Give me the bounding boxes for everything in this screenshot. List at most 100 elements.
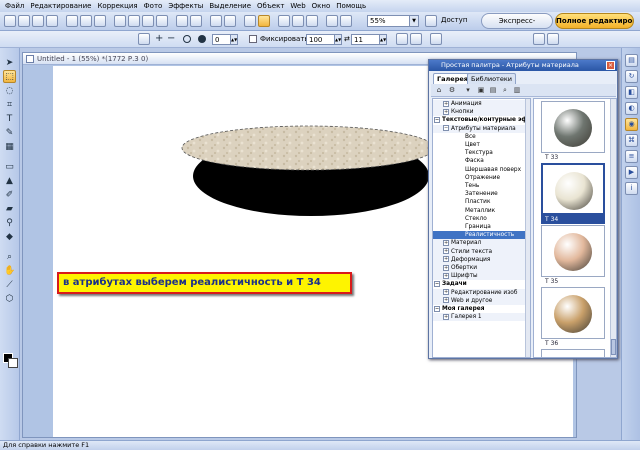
material-thumbnail[interactable]: T 33 xyxy=(541,101,605,162)
tree-item[interactable]: + Деформация xyxy=(433,255,525,264)
dock-info-icon[interactable]: i xyxy=(625,182,638,195)
tree-item[interactable]: Все xyxy=(433,133,525,141)
pointer-tool-icon[interactable]: ➤ xyxy=(3,56,16,69)
cut-icon[interactable] xyxy=(66,15,78,27)
dock-objects-icon[interactable]: ◧ xyxy=(625,86,638,99)
save-icon[interactable]: ▤ xyxy=(488,85,498,95)
tree-item[interactable]: + Стили текста xyxy=(433,247,525,256)
text-tool-icon[interactable]: T xyxy=(3,112,16,125)
tree-item[interactable]: Граница xyxy=(433,223,525,231)
tree-item[interactable]: + Материал xyxy=(433,239,525,248)
tree-item[interactable]: Затенение xyxy=(433,190,525,198)
grid-icon[interactable] xyxy=(292,15,304,27)
brush-tool-icon[interactable]: ✐ xyxy=(3,188,16,201)
close-icon[interactable]: × xyxy=(606,61,615,70)
print-icon[interactable] xyxy=(46,15,58,27)
tree-item[interactable]: + Web и другое xyxy=(433,296,525,305)
add-mode-icon[interactable]: + xyxy=(155,33,163,45)
delete-icon[interactable]: ▥ xyxy=(512,85,522,95)
expand-icon[interactable]: + xyxy=(443,239,449,246)
eraser-tool-icon[interactable]: ▰ xyxy=(3,202,16,215)
paste-icon[interactable] xyxy=(94,15,106,27)
tree-item[interactable]: − Моя галерея xyxy=(433,305,525,313)
tab-libraries[interactable]: Библиотеки xyxy=(467,73,516,84)
preview-icon[interactable] xyxy=(244,15,256,27)
express-correction-button[interactable]: Экспресс-коррекция xyxy=(481,13,553,39)
browser-icon[interactable] xyxy=(258,15,270,27)
width-field[interactable]: 100 ▲▼ xyxy=(306,34,342,45)
tree-item[interactable]: + Кнопки xyxy=(433,108,525,117)
dock-history-icon[interactable]: ↻ xyxy=(625,70,638,83)
shape-tool-icon[interactable]: ▭ xyxy=(3,160,16,173)
dock-script-icon[interactable]: ≡ xyxy=(625,150,638,163)
full-editing-button[interactable]: Полное редактиров... xyxy=(555,13,634,29)
zoom-tool-icon[interactable]: ⌕ xyxy=(3,250,16,263)
menu-item[interactable]: Web xyxy=(287,2,308,10)
subtract-mode-icon[interactable]: − xyxy=(167,33,175,45)
tree-item[interactable]: Металлик xyxy=(433,207,525,215)
dock-colors-icon[interactable]: ◐ xyxy=(625,102,638,115)
tree-item[interactable]: Реалистичность xyxy=(433,231,525,240)
menu-item[interactable]: Эффекты xyxy=(165,2,206,10)
new-file-icon[interactable] xyxy=(4,15,16,27)
tree-scrollbar[interactable] xyxy=(525,99,530,357)
collapse-icon[interactable]: − xyxy=(434,116,440,123)
menu-item[interactable]: Фото xyxy=(141,2,166,10)
tree-item[interactable]: − Текстовые/контурные эф xyxy=(433,116,525,124)
expand-icon[interactable]: + xyxy=(443,297,449,304)
menu-item[interactable]: Окно xyxy=(309,2,334,10)
expand-icon[interactable]: + xyxy=(443,264,449,271)
new-icon[interactable]: ▣ xyxy=(476,85,486,95)
fill-tool-icon[interactable]: ◆ xyxy=(3,230,16,243)
grid-tool-icon[interactable]: ▦ xyxy=(3,140,16,153)
hand-tool-icon[interactable]: ✋ xyxy=(3,264,16,277)
tree-item[interactable]: + Редактирование изоб xyxy=(433,288,525,297)
eyedropper-tool-icon[interactable]: ⟋ xyxy=(3,278,16,291)
material-thumbnail[interactable]: T 34 xyxy=(541,163,605,224)
scrollbar-thumb[interactable] xyxy=(611,339,616,355)
group-icon[interactable] xyxy=(176,15,188,27)
swap-icon[interactable]: ⇄ xyxy=(344,35,350,43)
apply-icon[interactable] xyxy=(547,33,559,45)
zoom-select[interactable]: 55% ▼ xyxy=(367,15,419,27)
open-file-icon[interactable] xyxy=(18,15,30,27)
redo-icon[interactable] xyxy=(224,15,236,27)
tree-item[interactable]: + Обертки xyxy=(433,264,525,273)
zoom-icon[interactable] xyxy=(425,15,437,27)
expand-icon[interactable]: + xyxy=(443,256,449,263)
menu-item[interactable]: Выделение xyxy=(206,2,254,10)
selection-tool-icon[interactable]: ⬚ xyxy=(3,70,16,83)
collapse-icon[interactable]: − xyxy=(443,125,449,132)
tree-item[interactable]: Шершавая поверх xyxy=(433,166,525,174)
home-icon[interactable]: ⌂ xyxy=(434,85,444,95)
home-icon[interactable] xyxy=(533,33,545,45)
access-label[interactable]: Доступ xyxy=(441,16,467,24)
view-icon[interactable] xyxy=(278,15,290,27)
publish-icon[interactable] xyxy=(340,15,352,27)
dock-layers-icon[interactable]: ▤ xyxy=(625,54,638,67)
menu-item[interactable]: Файл xyxy=(2,2,27,10)
expand-icon[interactable]: + xyxy=(443,272,449,279)
menu-item[interactable]: Редактирование xyxy=(27,2,94,10)
tree-item[interactable]: Пластик xyxy=(433,198,525,206)
fill-icon[interactable] xyxy=(114,15,126,27)
background-color-swatch[interactable] xyxy=(8,358,18,368)
tree-item[interactable]: + Шрифты xyxy=(433,272,525,281)
anti-alias-icon[interactable] xyxy=(396,33,408,45)
tree-item[interactable]: + Анимация xyxy=(433,100,525,109)
tree-item[interactable]: − Задачи xyxy=(433,280,525,288)
menu-item[interactable]: Коррекция xyxy=(94,2,140,10)
tree-item[interactable]: Цвет xyxy=(433,141,525,149)
tree-item[interactable]: Текстура xyxy=(433,149,525,157)
tree-item[interactable]: Стекло xyxy=(433,215,525,223)
align-icon[interactable] xyxy=(410,33,422,45)
tree-item[interactable]: − Атрибуты материала xyxy=(433,124,525,133)
material-thumbnail[interactable]: T 35 xyxy=(541,225,605,286)
pen-tool-icon[interactable]: ✎ xyxy=(3,126,16,139)
search-icon[interactable]: ⌕ xyxy=(500,85,510,95)
options-icon[interactable]: ▾ xyxy=(463,85,473,95)
expand-icon[interactable]: + xyxy=(443,100,449,107)
tree-item[interactable]: + Галерея 1 xyxy=(433,313,525,322)
feather-field[interactable]: 0 ▲▼ xyxy=(212,34,238,45)
dock-animation-icon[interactable]: ▶ xyxy=(625,166,638,179)
